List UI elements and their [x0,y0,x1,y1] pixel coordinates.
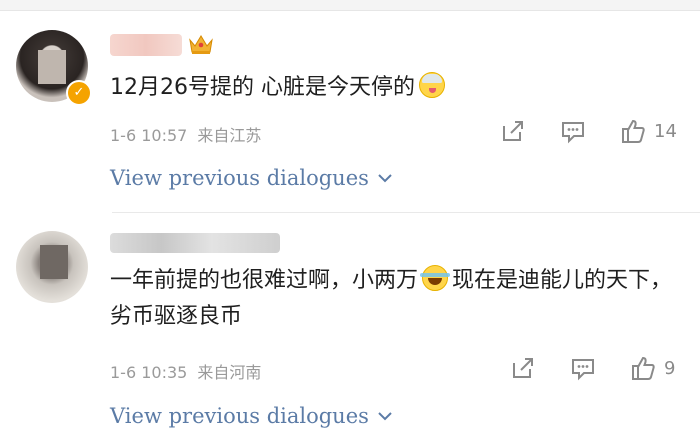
comment-time: 1-6 10:57 [110,126,188,145]
crown-icon [189,35,213,54]
view-previous-dialogues-link[interactable]: View previous dialogues [110,404,393,428]
top-divider [0,0,700,11]
tears-of-joy-emoji-icon [420,265,451,291]
comment-icon [562,122,584,144]
chevron-down-icon [378,412,392,421]
comment-item: ✓ 12月26号提的 心脏是今天停的 1-6 10:57 来自江苏 14 View… [0,12,700,212]
comment-text: 一年前提的也很难过啊，小两万 现在是迪能儿的天下，劣币驱逐良币 [110,263,680,335]
like-button[interactable]: 14 [620,116,677,146]
share-icon [503,121,523,141]
sick-face-emoji-icon [418,72,445,98]
thumbs-up-icon [622,119,645,143]
comment-icon [572,359,594,381]
like-button[interactable]: 9 [630,353,675,383]
reply-button[interactable] [560,116,586,146]
comment-meta: 1-6 10:35 来自河南 [110,359,271,383]
comment-location: 来自江苏 [197,126,262,145]
comment-actions: 9 [496,353,686,383]
like-count: 14 [654,120,677,142]
share-icon [513,358,533,378]
thumbs-up-icon [632,356,655,380]
verified-badge: ✓ [66,80,92,106]
comment-item: 一年前提的也很难过啊，小两万 现在是迪能儿的天下，劣币驱逐良币 1-6 10:35… [0,213,700,446]
comment-text: 12月26号提的 心脏是今天停的 [110,70,449,106]
like-count: 9 [664,357,676,379]
avatar[interactable] [16,231,88,303]
comment-time: 1-6 10:35 [110,363,188,382]
reply-button[interactable] [570,353,596,383]
chevron-down-icon [378,174,392,183]
share-button[interactable] [510,353,536,383]
comment-meta: 1-6 10:57 来自江苏 [110,122,271,146]
comment-actions: 14 [496,116,686,146]
comment-location: 来自河南 [197,363,262,382]
username-blurred[interactable] [110,34,182,56]
username-blurred[interactable] [110,233,280,253]
share-button[interactable] [500,116,526,146]
view-previous-dialogues-link[interactable]: View previous dialogues [110,166,393,190]
